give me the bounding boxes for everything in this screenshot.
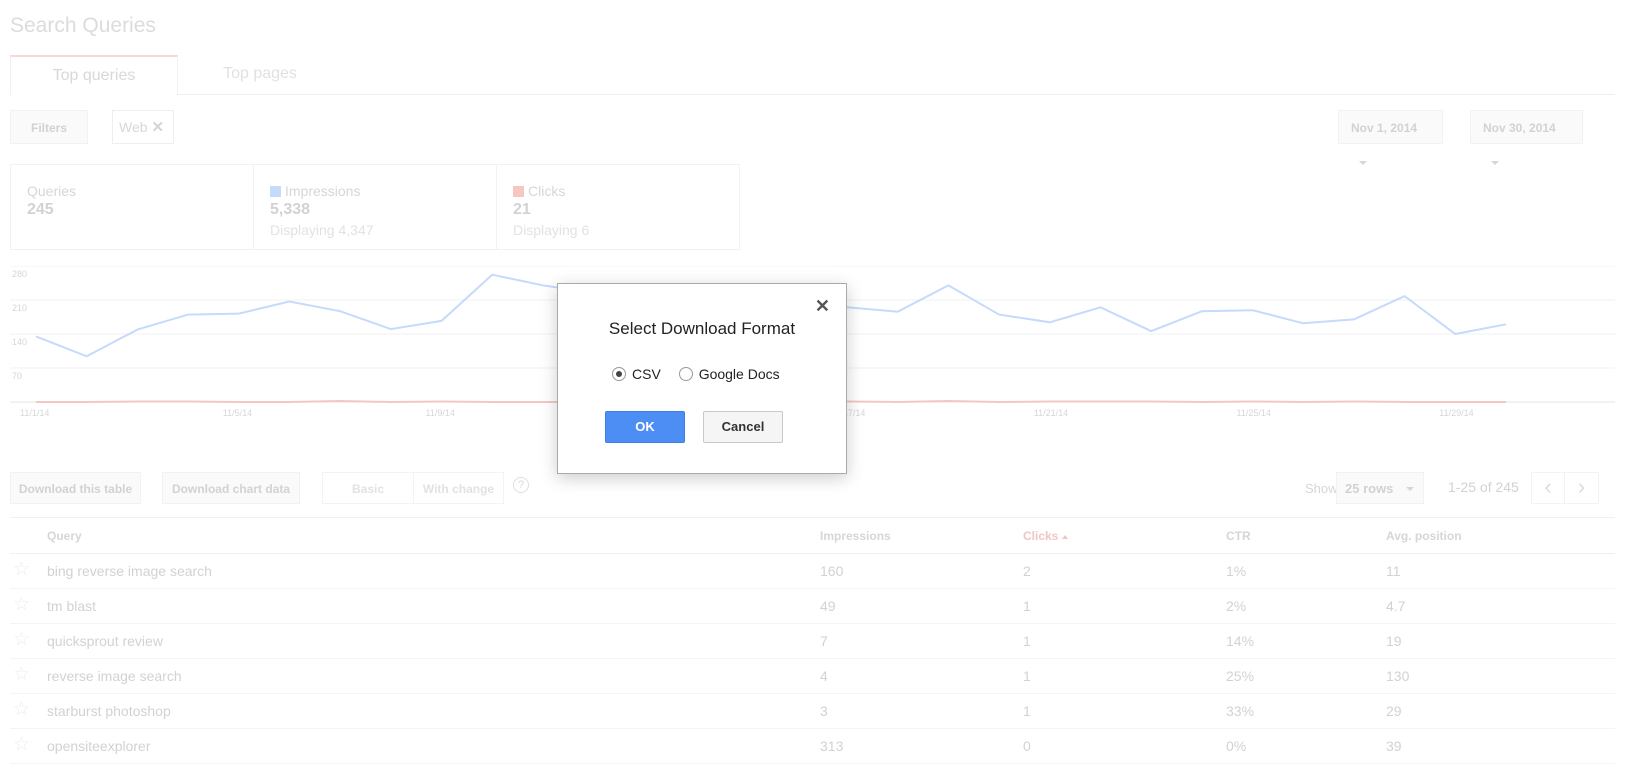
google-docs-option[interactable]: Google Docs (678, 366, 780, 382)
format-options: CSV Google Docs (612, 366, 794, 382)
ok-button[interactable]: OK (605, 411, 685, 443)
download-format-dialog: ✕ Select Download Format CSV Google Docs… (557, 283, 847, 474)
modal-overlay: ✕ Select Download Format CSV Google Docs… (0, 0, 1631, 769)
csv-radio[interactable] (612, 367, 626, 381)
csv-option[interactable]: CSV (612, 366, 661, 382)
close-icon[interactable]: ✕ (815, 297, 830, 315)
csv-label: CSV (632, 366, 661, 382)
google-docs-radio[interactable] (678, 367, 693, 381)
cancel-button[interactable]: Cancel (703, 411, 783, 443)
search-queries-page: Search Queries Top queries Top pages Fil… (0, 0, 1631, 769)
google-docs-label: Google Docs (698, 366, 780, 382)
dialog-title: Select Download Format (608, 319, 796, 338)
